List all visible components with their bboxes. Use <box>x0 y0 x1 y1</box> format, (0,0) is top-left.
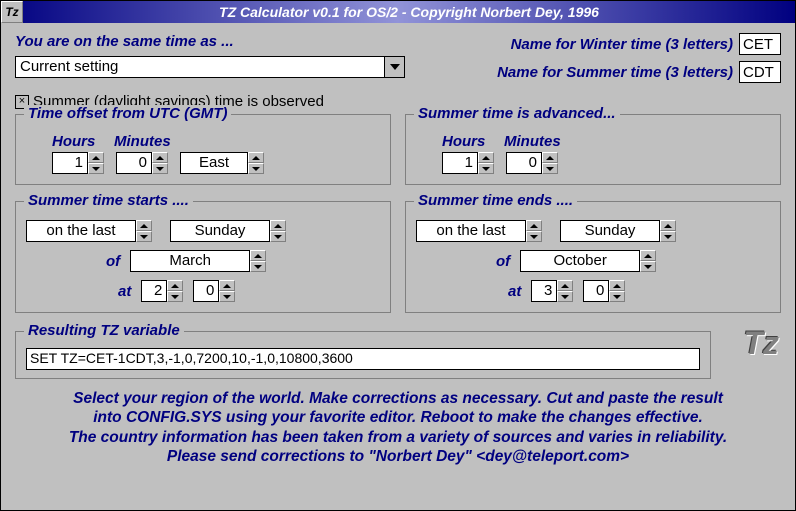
spin-down-icon[interactable] <box>248 163 264 174</box>
utc-offset-legend: Time offset from UTC (GMT) <box>24 105 231 122</box>
utc-hours-spinner[interactable]: 1 <box>52 152 104 174</box>
utc-minutes-spinner[interactable]: 0 <box>116 152 168 174</box>
start-at-label: at <box>118 283 131 300</box>
adv-hours-spinner[interactable]: 1 <box>442 152 494 174</box>
winter-name-input[interactable]: CET <box>739 33 781 55</box>
spin-up-icon[interactable] <box>248 152 264 163</box>
start-of-label: of <box>106 253 120 270</box>
spin-up-icon[interactable] <box>167 280 183 291</box>
spin-up-icon[interactable] <box>478 152 494 163</box>
spin-up-icon[interactable] <box>219 280 235 291</box>
adv-minutes-spinner[interactable]: 0 <box>506 152 558 174</box>
adv-minutes-label: Minutes <box>504 133 561 150</box>
utc-hours-label: Hours <box>52 133 108 150</box>
end-at-hours-spinner[interactable]: 3 <box>531 280 573 302</box>
titlebar[interactable]: Tz TZ Calculator v0.1 for OS/2 - Copyrig… <box>1 1 795 23</box>
utc-minutes-label: Minutes <box>114 133 171 150</box>
utc-offset-group: Time offset from UTC (GMT) Hours Minutes… <box>15 114 391 185</box>
spin-up-icon[interactable] <box>609 280 625 291</box>
end-at-label: at <box>508 283 521 300</box>
spin-down-icon[interactable] <box>526 231 542 242</box>
help-text: Select your region of the world. Make co… <box>15 389 781 467</box>
summer-name-input[interactable]: CDT <box>739 61 781 83</box>
spin-down-icon[interactable] <box>640 261 656 272</box>
tz-logo-icon: Tz <box>743 325 779 362</box>
result-group: Resulting TZ variable SET TZ=CET-1CDT,3,… <box>15 331 711 379</box>
end-weekday-spinner[interactable]: Sunday <box>560 220 680 242</box>
advance-group: Summer time is advanced... Hours Minutes… <box>405 114 781 185</box>
result-legend: Resulting TZ variable <box>24 322 184 339</box>
region-dropdown[interactable]: Current setting <box>15 56 405 78</box>
spin-down-icon[interactable] <box>557 291 573 302</box>
end-of-label: of <box>496 253 510 270</box>
spin-down-icon[interactable] <box>219 291 235 302</box>
spin-down-icon[interactable] <box>660 231 676 242</box>
spin-down-icon[interactable] <box>136 231 152 242</box>
spin-down-icon[interactable] <box>88 163 104 174</box>
dropdown-arrow-icon[interactable] <box>384 57 404 77</box>
spin-down-icon[interactable] <box>542 163 558 174</box>
window-title: TZ Calculator v0.1 for OS/2 - Copyright … <box>23 4 795 20</box>
summer-end-group: Summer time ends .... on the last Sunday… <box>405 201 781 313</box>
spin-up-icon[interactable] <box>136 220 152 231</box>
end-month-spinner[interactable]: October <box>520 250 660 272</box>
summer-end-legend: Summer time ends .... <box>414 192 577 209</box>
window: Tz TZ Calculator v0.1 for OS/2 - Copyrig… <box>0 0 796 511</box>
spin-up-icon[interactable] <box>557 280 573 291</box>
spin-down-icon[interactable] <box>152 163 168 174</box>
summer-start-group: Summer time starts .... on the last Sund… <box>15 201 391 313</box>
start-ordinal-spinner[interactable]: on the last <box>26 220 156 242</box>
region-label: You are on the same time as ... <box>15 33 416 50</box>
start-weekday-spinner[interactable]: Sunday <box>170 220 290 242</box>
start-at-hours-spinner[interactable]: 2 <box>141 280 183 302</box>
adv-hours-label: Hours <box>442 133 498 150</box>
spin-up-icon[interactable] <box>88 152 104 163</box>
result-output[interactable]: SET TZ=CET-1CDT,3,-1,0,7200,10,-1,0,1080… <box>26 348 700 370</box>
start-at-minutes-spinner[interactable]: 0 <box>193 280 235 302</box>
spin-up-icon[interactable] <box>250 250 266 261</box>
end-at-minutes-spinner[interactable]: 0 <box>583 280 625 302</box>
spin-down-icon[interactable] <box>478 163 494 174</box>
summer-start-legend: Summer time starts .... <box>24 192 193 209</box>
spin-down-icon[interactable] <box>167 291 183 302</box>
spin-up-icon[interactable] <box>270 220 286 231</box>
spin-up-icon[interactable] <box>660 220 676 231</box>
spin-down-icon[interactable] <box>609 291 625 302</box>
utc-direction-spinner[interactable]: East <box>180 152 264 174</box>
winter-name-label: Name for Winter time (3 letters) <box>511 36 733 53</box>
spin-down-icon[interactable] <box>270 231 286 242</box>
summer-name-label: Name for Summer time (3 letters) <box>497 64 733 81</box>
advance-legend: Summer time is advanced... <box>414 105 620 122</box>
spin-up-icon[interactable] <box>152 152 168 163</box>
spin-up-icon[interactable] <box>542 152 558 163</box>
system-menu-icon[interactable]: Tz <box>1 1 23 23</box>
spin-down-icon[interactable] <box>250 261 266 272</box>
spin-up-icon[interactable] <box>526 220 542 231</box>
region-dropdown-value: Current setting <box>16 57 384 77</box>
spin-up-icon[interactable] <box>640 250 656 261</box>
start-month-spinner[interactable]: March <box>130 250 270 272</box>
end-ordinal-spinner[interactable]: on the last <box>416 220 546 242</box>
